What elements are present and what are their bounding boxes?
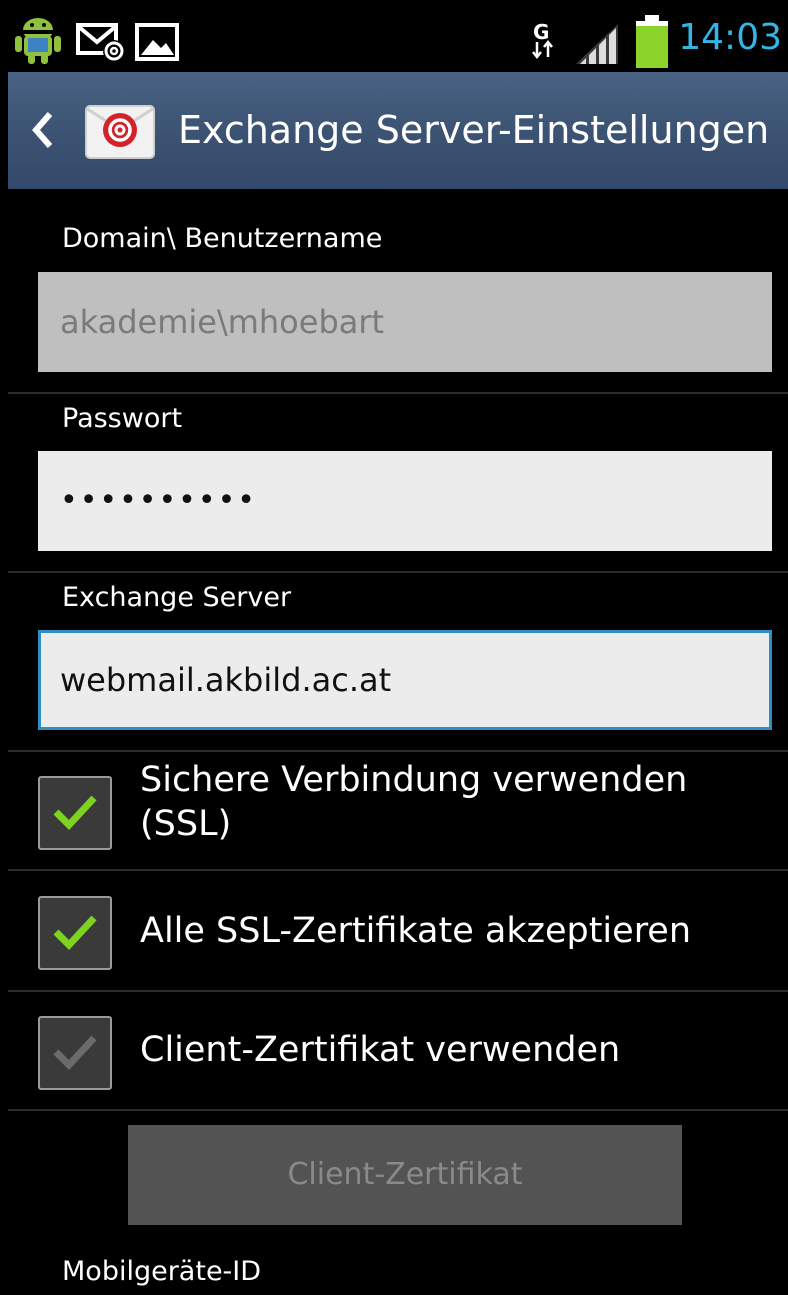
username-value: akademie\mhoebart [60,303,385,341]
accept-all-certs-checkbox[interactable] [38,896,112,970]
divider [8,392,788,394]
email-notification-icon [76,22,126,66]
divider [8,869,788,871]
back-icon[interactable] [30,110,56,154]
divider [8,990,788,992]
server-label: Exchange Server [62,582,292,613]
image-notification-icon [134,22,180,66]
device-id-label: Mobilgeräte-ID [62,1256,262,1287]
check-icon [53,915,97,951]
client-cert-button[interactable]: Client-Zertifikat [128,1125,682,1225]
data-transfer-icon: G [530,20,556,66]
password-value[interactable]: •••••••••• [60,451,257,551]
ssl-label[interactable]: Sichere Verbindung verwenden (SSL) [140,758,740,846]
divider [8,1109,788,1111]
screen: G 14:03 Exchange Server-Einstellungen Do… [8,8,788,1295]
divider [8,750,788,752]
clock: 14:03 [678,17,782,58]
signal-icon [574,22,620,70]
battery-icon [634,14,670,74]
client-cert-label[interactable]: Client-Zertifikat verwenden [140,1028,620,1072]
action-bar: Exchange Server-Einstellungen [8,72,788,189]
status-bar: G 14:03 [8,8,788,72]
password-label: Passwort [62,403,183,434]
client-cert-checkbox[interactable] [38,1016,112,1090]
check-icon [53,1035,97,1071]
accept-all-certs-label[interactable]: Alle SSL-Zertifikate akzeptieren [140,909,691,953]
server-value[interactable]: webmail.akbild.ac.at [60,630,391,730]
android-debug-icon [12,14,64,70]
password-field[interactable]: •••••••••• [38,451,772,551]
divider [8,571,788,573]
username-label: Domain\ Benutzername [62,223,383,254]
network-type-label: G [533,20,549,44]
username-field: akademie\mhoebart [38,272,772,372]
page-title: Exchange Server-Einstellungen [178,108,770,152]
email-app-icon[interactable] [82,100,158,166]
check-icon [53,795,97,831]
server-field[interactable]: webmail.akbild.ac.at [38,630,772,730]
ssl-checkbox[interactable] [38,776,112,850]
